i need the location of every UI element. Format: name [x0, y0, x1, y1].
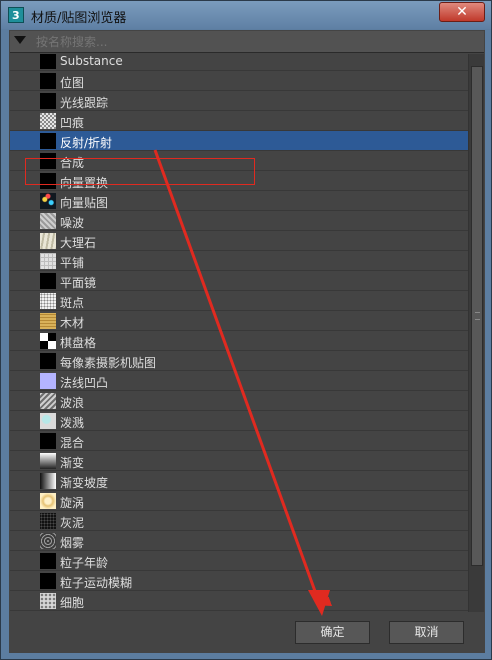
list-item-label: Substance [60, 54, 123, 68]
dent-pattern-thumbnail-icon [40, 113, 56, 129]
grip-icon [475, 312, 480, 320]
list-item[interactable]: 渐变 [10, 451, 468, 471]
list-item-label: 反射/折射 [60, 136, 113, 150]
cancel-button[interactable]: 取消 [389, 621, 464, 644]
waves-pattern-thumbnail-icon [40, 393, 56, 409]
list-item-label: 波浪 [60, 396, 85, 410]
list-item-label: 噪波 [60, 216, 85, 230]
list-item[interactable]: 棋盘格 [10, 331, 468, 351]
list-item-label: 平铺 [60, 256, 85, 270]
wood-pattern-thumbnail-icon [40, 313, 56, 329]
list-item-label: 位图 [60, 76, 85, 90]
map-list[interactable]: Substance 位图 光线跟踪 凹痕 反射/折射 合成 向量置换 向量贴图 噪波 大理石 平铺平… [10, 54, 484, 612]
list-item[interactable]: 灰泥 [10, 511, 468, 531]
tiles-pattern-thumbnail-icon [40, 253, 56, 269]
map-list-items: Substance 位图 光线跟踪 凹痕 反射/折射 合成 向量置换 向量贴图 噪波 大理石 平铺平… [10, 54, 468, 611]
list-item-label: 每像素摄影机贴图 [60, 356, 157, 370]
title-bar[interactable]: 3 材质/贴图浏览器 ✕ [1, 1, 491, 29]
list-item-label: 法线凹凸 [60, 376, 109, 390]
list-item-label: 渐变坡度 [60, 476, 109, 490]
smoke-pattern-thumbnail-icon [40, 533, 56, 549]
dialog-footer: 确定 取消 [9, 613, 485, 653]
black-thumbnail-icon [40, 353, 56, 369]
gradient-ramp-pattern-thumbnail-icon [40, 473, 56, 489]
black-thumbnail-icon [40, 54, 56, 69]
checker-pattern-thumbnail-icon [40, 333, 56, 349]
normal-pattern-thumbnail-icon [40, 373, 56, 389]
list-item[interactable]: 噪波 [10, 211, 468, 231]
black-thumbnail-icon [40, 93, 56, 109]
scrollbar-thumb[interactable] [471, 66, 483, 566]
gradient-pattern-thumbnail-icon [40, 453, 56, 469]
black-thumbnail-icon [40, 273, 56, 289]
cellular-pattern-thumbnail-icon [40, 593, 56, 609]
list-item[interactable]: 光线跟踪 [10, 91, 468, 111]
triangle-down-icon[interactable] [14, 36, 26, 44]
list-item[interactable]: 波浪 [10, 391, 468, 411]
vector-pattern-thumbnail-icon [40, 193, 56, 209]
black-thumbnail-icon [40, 133, 56, 149]
list-item-label: 斑点 [60, 296, 85, 310]
stucco-pattern-thumbnail-icon [40, 513, 56, 529]
close-button[interactable]: ✕ [439, 2, 485, 22]
black-thumbnail-icon [40, 433, 56, 449]
black-thumbnail-icon [40, 553, 56, 569]
list-item-label: 粒子年龄 [60, 556, 109, 570]
list-item[interactable]: 混合 [10, 431, 468, 451]
list-item[interactable]: 反射/折射 [10, 131, 468, 151]
list-item-label: 大理石 [60, 236, 97, 250]
list-item[interactable]: 斑点 [10, 291, 468, 311]
list-item[interactable]: 粒子运动模糊 [10, 571, 468, 591]
list-item[interactable]: 旋涡 [10, 491, 468, 511]
splat-pattern-thumbnail-icon [40, 413, 56, 429]
list-item[interactable]: 烟雾 [10, 531, 468, 551]
list-item-label: 平面镜 [60, 276, 97, 290]
dialog-body: Substance位图光线跟踪凹痕反射/折射合成向量置换向量贴图噪波大理石平铺平… [9, 30, 485, 653]
list-item-label: 灰泥 [60, 516, 85, 530]
swirl-pattern-thumbnail-icon [40, 493, 56, 509]
list-item-label: 泼溅 [60, 416, 85, 430]
list-item[interactable]: 木材 [10, 311, 468, 331]
black-thumbnail-icon [40, 73, 56, 89]
vertical-scrollbar[interactable] [468, 54, 484, 612]
list-item[interactable]: 每像素摄影机贴图 [10, 351, 468, 371]
list-item-label: 旋涡 [60, 496, 85, 510]
list-item[interactable]: 向量贴图 [10, 191, 468, 211]
annotation-highlight-box [25, 158, 255, 185]
noise-pattern-thumbnail-icon [40, 213, 56, 229]
list-item[interactable]: Substance [10, 54, 468, 71]
list-item-label: 光线跟踪 [60, 96, 109, 110]
list-item-label: 向量贴图 [60, 196, 109, 210]
list-item-label: 渐变 [60, 456, 85, 470]
search-bar [10, 31, 484, 53]
ok-button[interactable]: 确定 [295, 621, 370, 644]
speckle-pattern-thumbnail-icon [40, 293, 56, 309]
list-item[interactable]: 渐变坡度 [10, 471, 468, 491]
marble-pattern-thumbnail-icon [40, 233, 56, 249]
list-item[interactable]: 平铺 [10, 251, 468, 271]
window-title: 材质/贴图浏览器 [31, 11, 127, 26]
list-item[interactable]: 位图 [10, 71, 468, 91]
list-item[interactable]: 泼溅 [10, 411, 468, 431]
list-item[interactable]: 平面镜 [10, 271, 468, 291]
list-item[interactable]: 细胞 [10, 591, 468, 611]
list-item[interactable]: 大理石 [10, 231, 468, 251]
list-item-label: 粒子运动模糊 [60, 576, 133, 590]
list-item-label: 细胞 [60, 596, 85, 610]
black-thumbnail-icon [40, 573, 56, 589]
3ds-max-icon: 3 [8, 7, 24, 23]
list-item[interactable]: 粒子年龄 [10, 551, 468, 571]
list-item[interactable]: 凹痕 [10, 111, 468, 131]
list-item-label: 木材 [60, 316, 85, 330]
material-map-browser-window: 3 材质/贴图浏览器 ✕ Substance位图光线跟踪凹痕反射/折射合成向量置… [0, 0, 492, 660]
search-input[interactable] [32, 32, 480, 51]
list-item-label: 凹痕 [60, 116, 85, 130]
list-item-label: 混合 [60, 436, 85, 450]
list-item[interactable]: 法线凹凸 [10, 371, 468, 391]
list-item-label: 棋盘格 [60, 336, 97, 350]
list-item-label: 烟雾 [60, 536, 85, 550]
